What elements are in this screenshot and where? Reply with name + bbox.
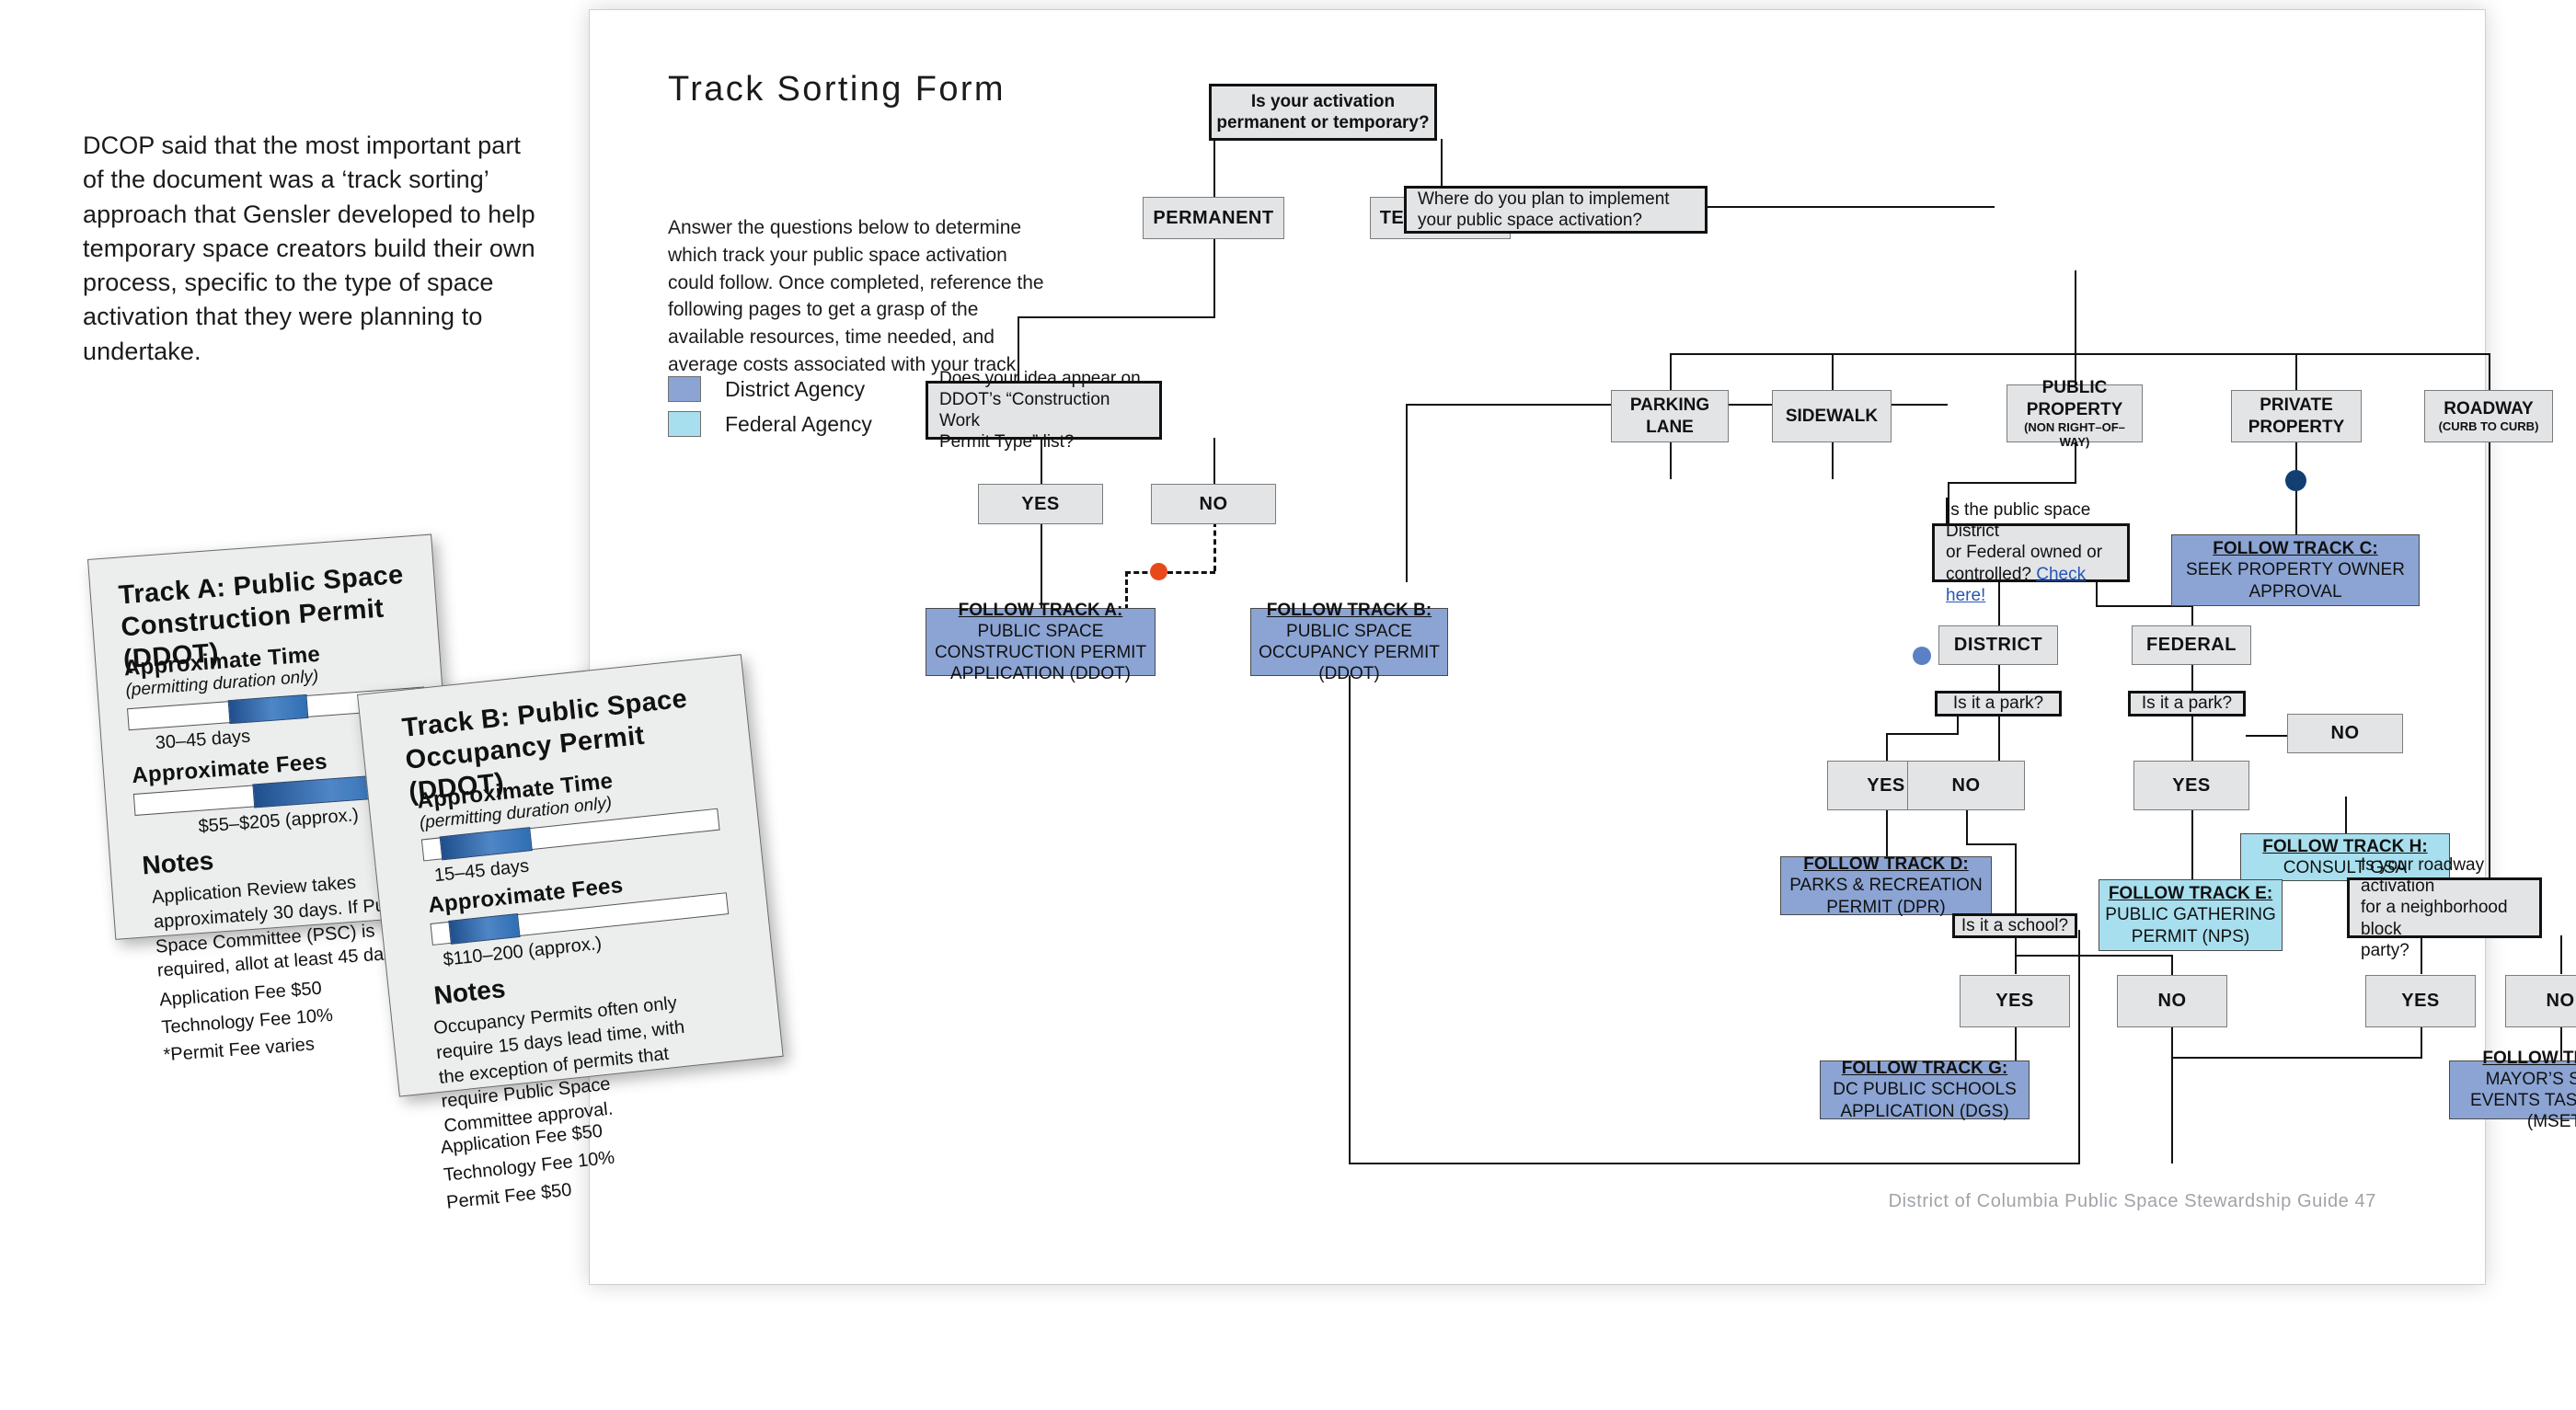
connector: [2191, 665, 2193, 691]
question-is-it-a-school[interactable]: Is it a school?: [1952, 913, 2077, 938]
question-permanent-or-temporary[interactable]: Is your activation permanent or temporar…: [1209, 84, 1437, 141]
answer-ddot-no[interactable]: NO: [1151, 484, 1276, 524]
connector: [1670, 353, 1672, 390]
question-district-or-federal[interactable]: Is the public space District or Federal …: [1932, 500, 2130, 605]
connector: [2191, 810, 2193, 879]
connector: [1018, 316, 1215, 318]
answer-ddot-yes[interactable]: YES: [978, 484, 1103, 524]
connector: [1966, 843, 2017, 845]
connector: [2171, 1027, 2173, 1164]
connector: [2075, 270, 2076, 355]
connector: [1406, 404, 1408, 582]
connector-dashed: [1125, 571, 1215, 574]
answer-block-party-no[interactable]: NO: [2505, 975, 2576, 1027]
connector: [2171, 1057, 2422, 1059]
connector: [1998, 665, 2000, 691]
question-neighborhood-block-party[interactable]: Is your roadway activation for a neighbo…: [2347, 855, 2542, 960]
answer-school-yes[interactable]: YES: [1960, 975, 2070, 1027]
question-district-is-it-a-park[interactable]: Is it a park?: [1935, 691, 2062, 716]
track-c-node[interactable]: FOLLOW TRACK C: SEEK PROPERTY OWNER APPR…: [2171, 534, 2420, 606]
connector: [2560, 935, 2562, 974]
connector: [2015, 955, 2171, 957]
connector: [1670, 353, 2490, 355]
connector: [1213, 235, 1215, 318]
track-a-time-value: 30–45 days: [155, 726, 251, 754]
track-b-card: Track B: Public Space Occupancy Permit (…: [357, 654, 784, 1213]
connector: [2295, 353, 2297, 390]
connector: [1886, 810, 1888, 856]
connector-dashed: [1213, 522, 1216, 571]
guide-page-sheet: Track Sorting Form Answer the questions …: [589, 9, 2576, 1285]
track-b-node[interactable]: FOLLOW TRACK B: PUBLIC SPACE OCCUPANCY P…: [1250, 601, 1448, 683]
answer-federal-park-no[interactable]: NO: [2287, 714, 2403, 753]
connector: [1886, 733, 1959, 735]
connector: [1957, 716, 1959, 735]
connector: [2489, 353, 2490, 390]
connector: [1349, 1163, 2080, 1164]
question-federal-is-it-a-park[interactable]: Is it a park?: [2128, 691, 2246, 716]
location-private-property[interactable]: PRIVATE PROPERTY: [2231, 390, 2362, 442]
answer-permanent[interactable]: PERMANENT: [1143, 197, 1284, 239]
connector: [2171, 955, 2173, 975]
track-a-node[interactable]: FOLLOW TRACK A: PUBLIC SPACE CONSTRUCTIO…: [926, 601, 1156, 683]
connector: [1041, 522, 1042, 608]
connector: [2345, 797, 2347, 833]
connector: [1966, 810, 1968, 845]
connector: [2421, 1027, 2422, 1059]
location-roadway[interactable]: ROADWAY (CURB TO CURB): [2424, 390, 2553, 442]
answer-federal-park-yes[interactable]: YES: [2133, 761, 2249, 810]
connector: [2191, 716, 2193, 761]
orange-connector-dot: [1150, 563, 1167, 580]
connector: [1832, 353, 1834, 390]
track-a-notes-heading: Notes: [141, 845, 215, 880]
connector: [1213, 139, 1215, 197]
connector: [2015, 843, 2017, 913]
location-sidewalk[interactable]: SIDEWALK: [1772, 390, 1892, 442]
connector: [1886, 733, 1888, 761]
connector: [2191, 605, 2193, 625]
connector: [1213, 438, 1215, 484]
track-f-node[interactable]: FOLLOW TRACK F: MAYOR’S SPECIAL EVENTS T…: [2449, 1049, 2576, 1131]
answer-block-party-yes[interactable]: YES: [2365, 975, 2476, 1027]
location-parking-lane[interactable]: PARKING LANE: [1611, 390, 1729, 442]
answer-district[interactable]: DISTRICT: [1938, 625, 2058, 665]
track-b-notes-heading: Notes: [432, 973, 507, 1010]
connector: [1349, 608, 1351, 1164]
question-where-implement[interactable]: Where do you plan to implement your publ…: [1404, 186, 1708, 234]
question-ddot-permit-type[interactable]: Does your idea appear on DDOT’s “Constru…: [926, 369, 1162, 452]
track-d-node[interactable]: FOLLOW TRACK D: PARKS & RECREATION PERMI…: [1780, 854, 1992, 917]
track-g-node[interactable]: FOLLOW TRACK G: DC PUBLIC SCHOOLS APPLIC…: [1820, 1059, 2030, 1121]
navy-connector-dot: [2285, 470, 2306, 491]
connector: [1998, 716, 2000, 761]
connector: [2489, 442, 2490, 884]
connector: [1948, 482, 2076, 484]
track-a-fees-value: $55–$205 (approx.): [197, 805, 360, 837]
track-e-node[interactable]: FOLLOW TRACK E: PUBLIC GATHERING PERMIT …: [2099, 879, 2283, 951]
answer-school-no[interactable]: NO: [2117, 975, 2227, 1027]
connector: [2078, 930, 2080, 1164]
connector: [1670, 442, 1672, 479]
location-public-property[interactable]: PUBLIC PROPERTY (NON RIGHT–OF–WAY): [2007, 378, 2143, 449]
track-sorting-flowchart: Is your activation permanent or temporar…: [590, 10, 2576, 1284]
intro-paragraph: DCOP said that the most important part o…: [83, 132, 535, 365]
track-b-time-value: 15–45 days: [432, 855, 531, 887]
answer-federal[interactable]: FEDERAL: [2132, 625, 2251, 665]
answer-district-park-no[interactable]: NO: [1907, 761, 2025, 810]
connector: [1832, 442, 1834, 479]
blue-connector-dot: [1913, 647, 1931, 665]
